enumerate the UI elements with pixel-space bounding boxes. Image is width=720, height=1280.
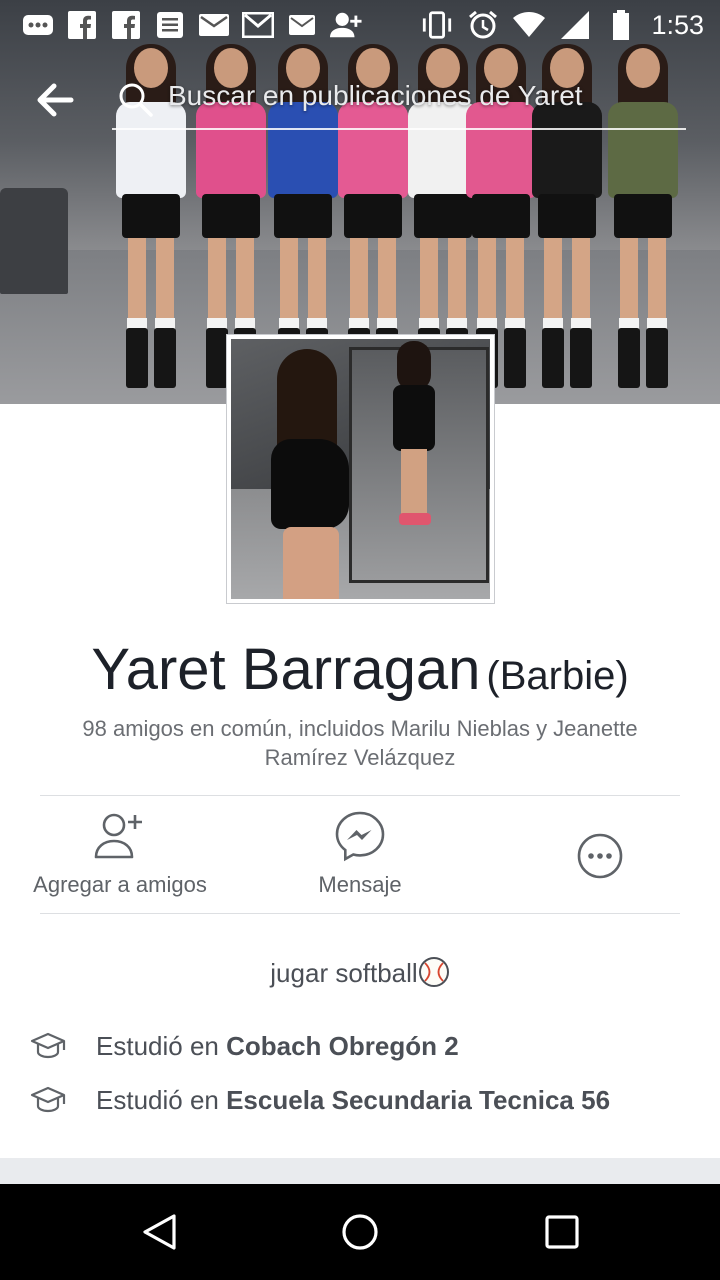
graduation-cap-icon xyxy=(30,1028,66,1064)
navigation-bar xyxy=(0,1184,720,1280)
back-nav-icon[interactable] xyxy=(140,1212,180,1252)
battery-icon xyxy=(605,10,637,40)
search-underline xyxy=(112,128,686,130)
search-bar: Buscar en publicaciones de Yaret xyxy=(0,74,720,130)
email-icon xyxy=(286,11,318,39)
cover-trash-bin xyxy=(0,188,68,294)
education-prefix: Estudió en xyxy=(96,1030,227,1061)
search-input[interactable]: Buscar en publicaciones de Yaret xyxy=(168,80,583,112)
bio-text: jugar softball xyxy=(0,956,720,989)
facebook-icon xyxy=(66,11,98,39)
add-friend-button[interactable]: Agregar a amigos xyxy=(20,806,220,906)
section-separator xyxy=(0,1158,720,1184)
softball-icon xyxy=(418,956,450,988)
more-icon xyxy=(570,826,630,886)
more-notifications-icon xyxy=(22,11,54,39)
education-item[interactable]: Estudió en Escuela Secundaria Tecnica 56 xyxy=(30,1082,610,1118)
alarm-icon xyxy=(467,10,499,39)
mutual-friends-text[interactable]: 98 amigos en común, incluidos Marilu Nie… xyxy=(40,714,680,772)
education-item[interactable]: Estudió en Cobach Obregón 2 xyxy=(30,1028,459,1064)
add-friend-icon xyxy=(90,806,150,866)
divider xyxy=(40,795,680,796)
profile-picture[interactable] xyxy=(226,334,495,604)
profile-alternate-name: (Barbie) xyxy=(486,654,629,698)
more-options-button[interactable] xyxy=(570,826,630,926)
education-school[interactable]: Cobach Obregón 2 xyxy=(226,1031,459,1061)
news-icon xyxy=(154,11,186,39)
profile-name: Yaret Barragan xyxy=(91,637,481,702)
home-nav-icon[interactable] xyxy=(340,1212,380,1252)
divider xyxy=(40,913,680,914)
wifi-icon xyxy=(513,11,546,39)
profile-name-row: Yaret Barragan (Barbie) xyxy=(0,636,720,703)
gmail-icon xyxy=(242,11,274,39)
back-arrow-icon[interactable] xyxy=(34,80,74,120)
graduation-cap-icon xyxy=(30,1082,66,1118)
mail-icon xyxy=(198,11,230,39)
message-button[interactable]: Mensaje xyxy=(290,806,430,906)
vibrate-icon xyxy=(421,11,453,39)
add-friend-label: Agregar a amigos xyxy=(33,872,207,897)
status-time: 1:53 xyxy=(651,9,704,40)
status-bar: 1:53 xyxy=(0,0,720,50)
search-icon[interactable] xyxy=(118,82,154,118)
recents-nav-icon[interactable] xyxy=(542,1212,582,1252)
message-label: Mensaje xyxy=(318,872,402,897)
facebook-icon xyxy=(110,11,142,39)
add-person-icon xyxy=(330,11,362,39)
messenger-icon xyxy=(330,806,390,866)
education-school[interactable]: Escuela Secundaria Tecnica 56 xyxy=(226,1085,610,1115)
profile-screen: 1:53 Buscar en publicaciones de Yaret Ya… xyxy=(0,0,720,1280)
profile-picture-image xyxy=(231,339,490,599)
bio-label: jugar softball xyxy=(270,958,418,988)
education-prefix: Estudió en xyxy=(96,1084,227,1115)
signal-icon xyxy=(559,11,591,39)
